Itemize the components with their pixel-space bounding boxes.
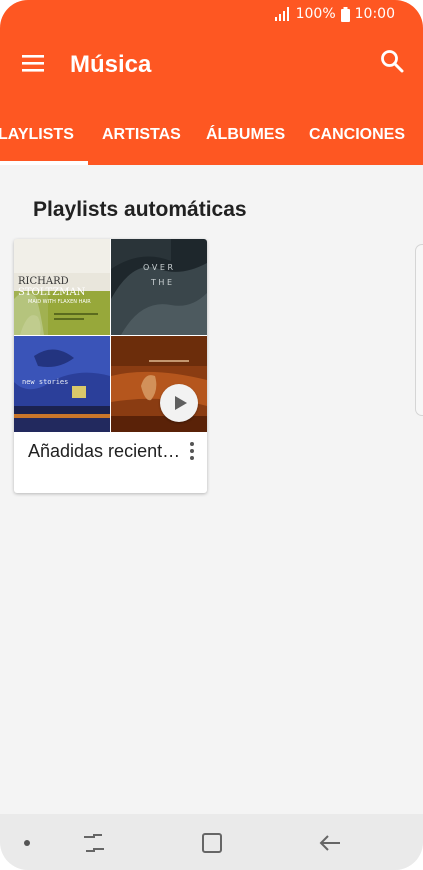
cover-text: O V E R: [143, 263, 174, 272]
signal-icon: [274, 7, 289, 21]
playlist-title: Añadidas recient…: [28, 441, 181, 461]
tab-bar: LAYLISTS ARTISTAS ÁLBUMES CANCIONES: [0, 108, 423, 165]
cover-art-3: new stories: [14, 336, 110, 432]
menu-icon[interactable]: [20, 52, 46, 74]
cover-text: T H E: [151, 278, 173, 287]
tab-indicator: [0, 161, 88, 165]
playlist-card[interactable]: RICHARD STOLTZMAN MAID WITH FLAXEN HAIR …: [14, 239, 207, 493]
home-icon[interactable]: [200, 832, 224, 854]
cover-text: STOLTZMAN: [18, 287, 86, 298]
cover-art-1: RICHARD STOLTZMAN MAID WITH FLAXEN HAIR: [14, 239, 110, 335]
back-icon[interactable]: [318, 832, 342, 854]
edge-panel-handle[interactable]: [415, 244, 423, 416]
status-bar: 100% 10:00: [0, 0, 423, 30]
status-indicators: 100% 10:00: [274, 6, 395, 22]
app-bar: 100% 10:00 Música LAYLISTS ARTISTAS ÁLBU…: [0, 0, 423, 165]
cover-text: MAID WITH FLAXEN HAIR: [28, 299, 91, 305]
nav-dot-icon[interactable]: [24, 840, 30, 846]
cover-text: new stories: [22, 378, 69, 386]
cover-text: RICHARD: [18, 276, 69, 287]
tab-albums[interactable]: ÁLBUMES: [206, 126, 285, 144]
recent-apps-icon[interactable]: [82, 832, 106, 854]
page-title: Música: [70, 51, 152, 78]
play-icon: [175, 396, 187, 410]
battery-percent: 100%: [295, 6, 336, 22]
battery-icon: [340, 6, 350, 22]
cover-art-2: O V E R T H E: [111, 239, 207, 335]
tab-playlists[interactable]: LAYLISTS: [0, 126, 74, 144]
search-icon[interactable]: [379, 48, 405, 74]
tab-artists[interactable]: ARTISTAS: [102, 126, 181, 144]
section-title: Playlists automáticas: [33, 198, 247, 221]
phone-screen: 100% 10:00 Música LAYLISTS ARTISTAS ÁLBU…: [0, 0, 423, 870]
more-options-icon[interactable]: [185, 441, 199, 461]
tab-songs[interactable]: CANCIONES: [309, 126, 405, 144]
toolbar: Música: [0, 38, 423, 94]
play-button[interactable]: [160, 384, 198, 422]
navigation-bar: [0, 814, 423, 870]
clock: 10:00: [354, 6, 395, 22]
